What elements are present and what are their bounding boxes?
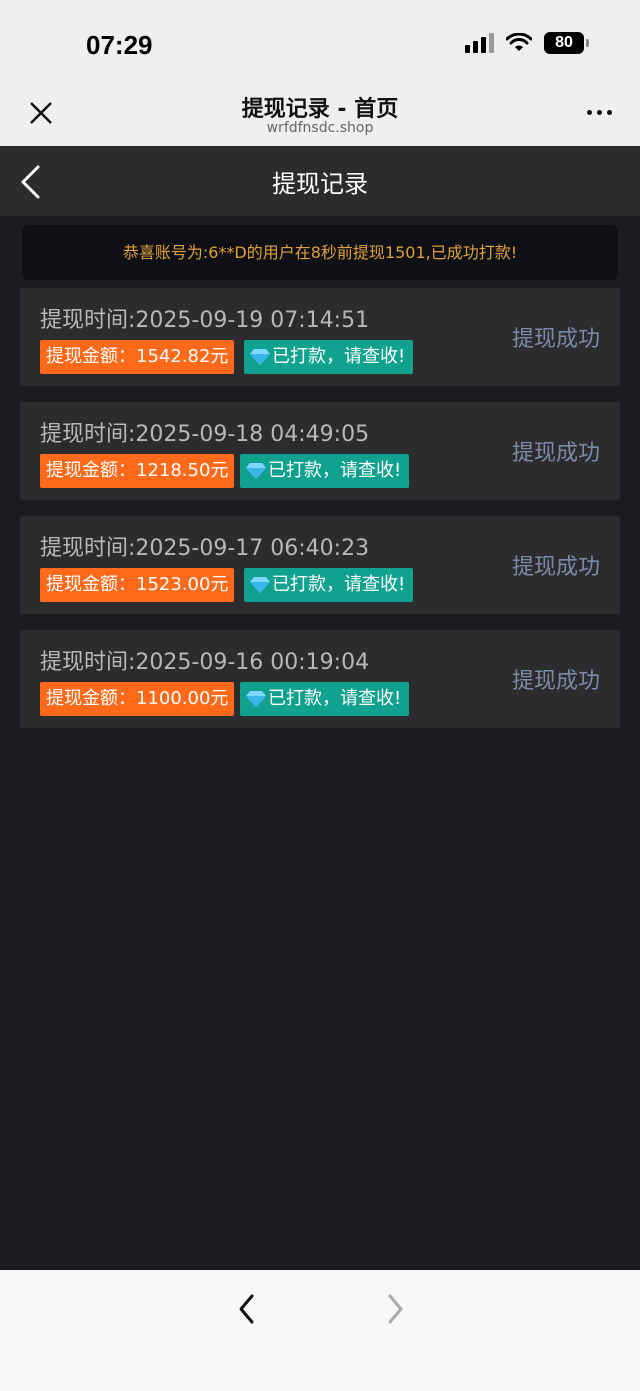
record-status: 提现成功 [511, 555, 600, 580]
diamond-icon [246, 691, 266, 707]
record-status: 提现成功 [511, 441, 600, 466]
status-icons: 80 [465, 32, 589, 54]
record-status: 提现成功 [511, 669, 600, 694]
battery-icon: 80 [544, 32, 589, 54]
record-paid-text: 已打款，请查收! [272, 574, 406, 595]
diamond-icon [250, 577, 270, 593]
nav-bar: 提现记录 [0, 146, 640, 216]
notice-banner: 恭喜账号为:6**D的用户在8秒前提现1501,已成功打款! [22, 225, 618, 280]
record-amount-badge: 提现金额：1542.82元 [40, 340, 235, 374]
diamond-icon [246, 463, 266, 479]
record-paid-badge: 已打款，请查收! [240, 454, 410, 488]
chevron-right-icon[interactable] [384, 1292, 406, 1326]
browser-url: wrfdfnsdc.shop [266, 120, 374, 136]
record-time: 提现时间:2025-09-17 06:40:23 [40, 536, 370, 561]
cellular-signal-icon [465, 33, 494, 53]
record-paid-text: 已打款，请查收! [272, 346, 406, 367]
browser-toolbar [0, 1270, 640, 1391]
status-time: 07:29 [86, 30, 153, 60]
record-amount-badge: 提现金额：1100.00元 [40, 682, 235, 716]
record-time: 提现时间:2025-09-19 07:14:51 [40, 308, 370, 333]
more-dots-icon[interactable] [587, 110, 612, 115]
record-item: 提现时间:2025-09-16 00:19:04 提现金额：1100.00元 已… [20, 630, 620, 728]
record-paid-badge: 已打款，请查收! [240, 682, 410, 716]
record-amount-badge: 提现金额：1218.50元 [40, 454, 235, 488]
browser-page-title: 提现记录 - 首页 [241, 97, 399, 122]
diamond-icon [250, 349, 270, 365]
record-paid-text: 已打款，请查收! [268, 688, 402, 709]
record-time: 提现时间:2025-09-18 04:49:05 [40, 422, 370, 447]
battery-level: 80 [555, 34, 573, 51]
wifi-icon [506, 33, 532, 51]
record-time: 提现时间:2025-09-16 00:19:04 [40, 650, 370, 675]
record-item: 提现时间:2025-09-19 07:14:51 提现金额：1542.82元 已… [20, 288, 620, 386]
chevron-left-icon[interactable] [236, 1292, 258, 1326]
browser-header: 07:29 80 提现记录 - 首页 wrfdfnsdc.shop [0, 0, 640, 146]
page-title: 提现记录 [272, 170, 368, 198]
record-status: 提现成功 [511, 327, 600, 352]
record-item: 提现时间:2025-09-18 04:49:05 提现金额：1218.50元 已… [20, 402, 620, 500]
record-paid-badge: 已打款，请查收! [244, 340, 414, 374]
record-paid-badge: 已打款，请查收! [244, 568, 414, 602]
withdrawal-page: 提现记录 恭喜账号为:6**D的用户在8秒前提现1501,已成功打款! 提现时间… [0, 146, 640, 1270]
record-paid-text: 已打款，请查收! [268, 460, 402, 481]
record-item: 提现时间:2025-09-17 06:40:23 提现金额：1523.00元 已… [20, 516, 620, 614]
record-amount-badge: 提现金额：1523.00元 [40, 568, 235, 602]
